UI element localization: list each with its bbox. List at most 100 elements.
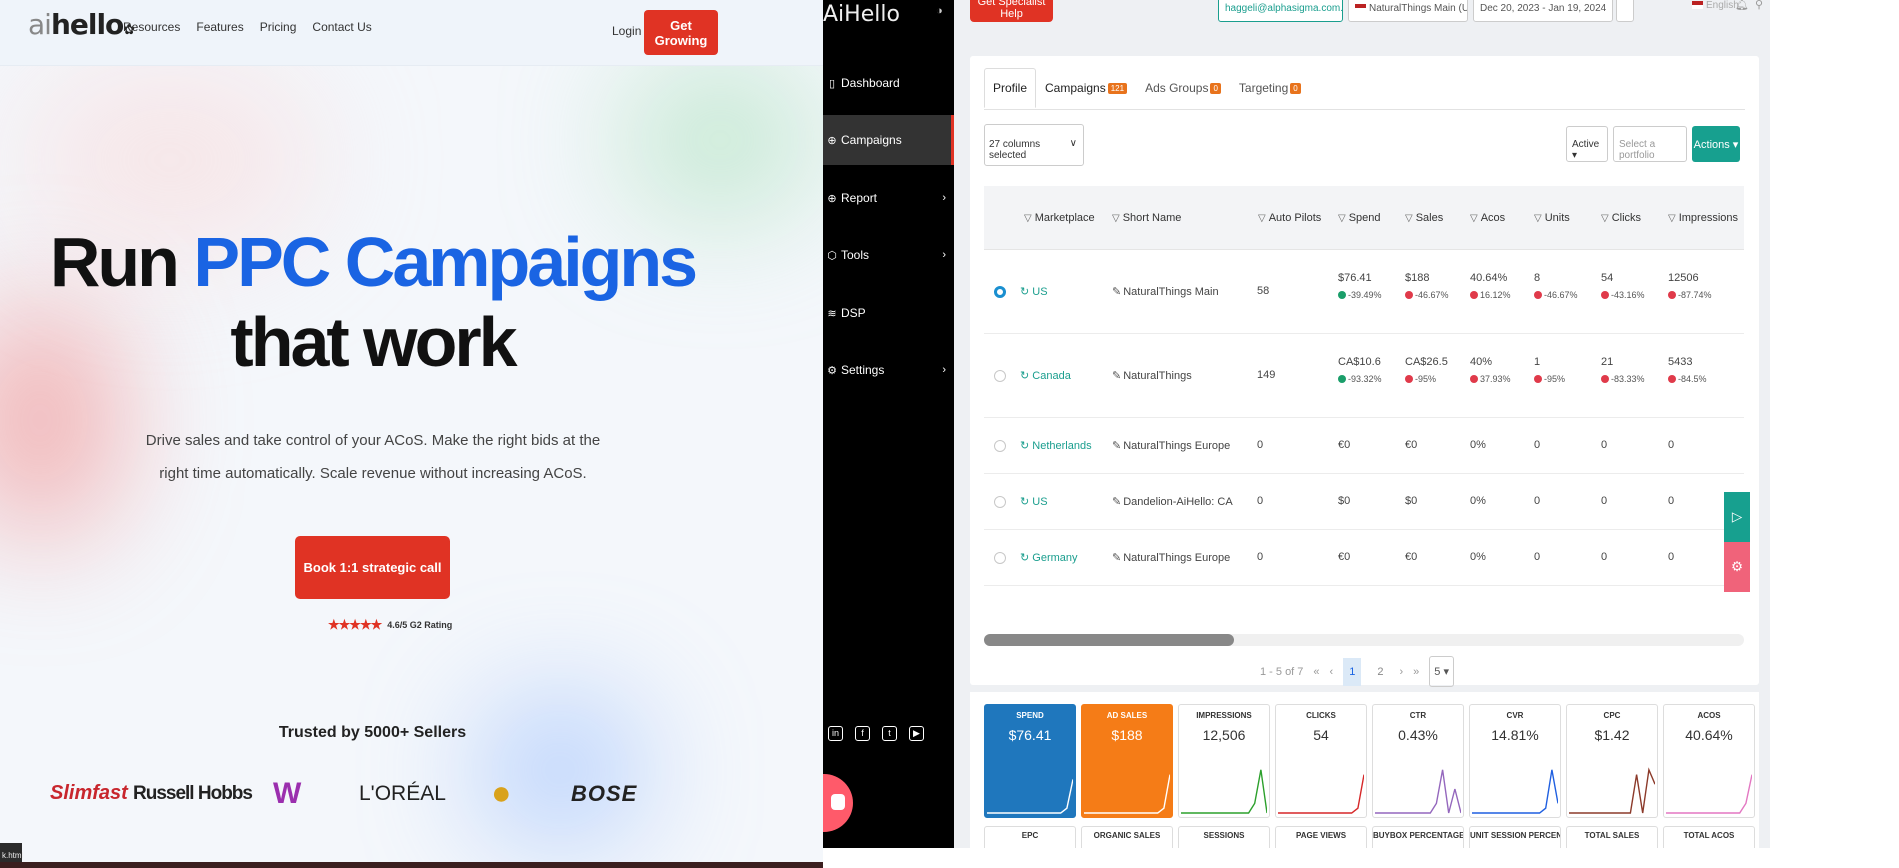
settings-panel-button[interactable]: ⚙	[1724, 542, 1750, 592]
sidebar-item-dsp[interactable]: ≋ DSP	[823, 288, 954, 338]
sidebar-item-report[interactable]: ⊕ Report ›	[823, 173, 954, 223]
table-row[interactable]: ↻ Canada ✎ NaturalThings 149 CA$10.6 -93.32% C…	[984, 334, 1744, 418]
metric-card-ad-sales[interactable]: AD SALES $188	[1081, 704, 1173, 818]
metric-card-secondary[interactable]: EPC	[984, 826, 1076, 848]
twitter-icon[interactable]: t	[882, 726, 897, 741]
spend-value: €0	[1338, 551, 1351, 563]
metric-card-spend[interactable]: SPEND $76.41	[984, 704, 1076, 818]
marketplace-link[interactable]: ↻ Canada	[1020, 369, 1071, 382]
metric-card-secondary[interactable]: TOTAL SALES	[1566, 826, 1658, 848]
marketplace-link[interactable]: ↻ US	[1020, 285, 1048, 298]
next-page-button[interactable]: ›	[1399, 666, 1403, 678]
metric-card-secondary[interactable]: UNIT SESSION PERCENTAGE	[1469, 826, 1561, 848]
nav-contact-us[interactable]: Contact Us	[312, 20, 371, 34]
table-row[interactable]: ↻ Netherlands ✎ NaturalThings Europe 0 €0 €0 0…	[984, 418, 1744, 474]
tab-ads-groups[interactable]: Ads Groups 0	[1136, 68, 1230, 108]
short-name-cell[interactable]: ✎ Dandelion-AiHello: CA	[1112, 495, 1233, 508]
metric-card-cpc[interactable]: CPC $1.42	[1566, 704, 1658, 818]
table-row[interactable]: ↻ Germany ✎ NaturalThings Europe 0 €0 €0 0% 0 0 0	[984, 530, 1744, 586]
youtube-icon[interactable]: ▶	[909, 726, 924, 741]
language-select[interactable]: English	[1692, 0, 1739, 11]
calendar-icon[interactable]	[1616, 0, 1634, 22]
book-call-button[interactable]: Book 1:1 strategic call	[295, 536, 450, 599]
metric-card-secondary[interactable]: BUYBOX PERCENTAGE	[1372, 826, 1464, 848]
user-icon[interactable]: ⚲	[1755, 0, 1763, 11]
metric-card-clicks[interactable]: CLICKS 54	[1275, 704, 1367, 818]
play-icon: ▷	[1731, 509, 1743, 524]
specialist-help-button[interactable]: Get Specialist Help	[970, 0, 1053, 22]
table-row[interactable]: ↻ US ✎ NaturalThings Main 58 $76.41 -39.49% $1…	[984, 250, 1744, 334]
tab-targeting[interactable]: Targeting 0	[1230, 68, 1310, 108]
header-short-name[interactable]: ▽ Short Name	[1112, 212, 1181, 224]
status-filter[interactable]: Active ▾	[1566, 126, 1608, 162]
row-select-radio[interactable]	[994, 286, 1006, 298]
metric-card-secondary[interactable]: SESSIONS	[1178, 826, 1270, 848]
short-name-cell[interactable]: ✎ NaturalThings Main	[1112, 285, 1219, 298]
metric-card-secondary[interactable]: PAGE VIEWS	[1275, 826, 1367, 848]
facebook-icon[interactable]: f	[855, 726, 870, 741]
scrollbar-thumb[interactable]	[984, 634, 1234, 646]
impr-cell: 0	[1668, 495, 1674, 507]
sidebar-item-tools[interactable]: ⬡ Tools ›	[823, 230, 954, 280]
short-name-cell[interactable]: ✎ NaturalThings Europe	[1112, 551, 1230, 564]
metric-card-ctr[interactable]: CTR 0.43%	[1372, 704, 1464, 818]
aihello-logo[interactable]: aihello✿	[28, 8, 135, 41]
tab-profile[interactable]: Profile	[984, 68, 1037, 108]
metric-card-cvr[interactable]: CVR 14.81%	[1469, 704, 1561, 818]
header-impressions[interactable]: ▽ Impressions	[1668, 212, 1738, 224]
header-sales[interactable]: ▽ Sales	[1405, 212, 1443, 224]
marketplace-link[interactable]: ↻ US	[1020, 495, 1048, 508]
page-2-button[interactable]: 2	[1371, 658, 1389, 686]
sidebar-item-campaigns[interactable]: ⊕ Campaigns	[823, 115, 954, 165]
bell-icon[interactable]: 🔔︎	[1735, 0, 1749, 11]
metric-card-acos[interactable]: ACOS 40.64%	[1663, 704, 1755, 818]
metric-card-secondary[interactable]: TOTAL ACOS	[1663, 826, 1755, 848]
header-clicks[interactable]: ▽ Clicks	[1601, 212, 1641, 224]
metric-card-impressions[interactable]: IMPRESSIONS 12,506	[1178, 704, 1270, 818]
nav-features[interactable]: Features	[196, 20, 243, 34]
tab-count: 0	[1290, 82, 1301, 94]
linkedin-icon[interactable]: in	[828, 726, 843, 741]
page-1-button[interactable]: 1	[1343, 657, 1362, 686]
row-select-radio[interactable]	[994, 440, 1006, 452]
row-select-radio[interactable]	[994, 370, 1006, 382]
table-row[interactable]: ↻ US ✎ Dandelion-AiHello: CA 0 $0 $0 0% 0 0 0	[984, 474, 1744, 530]
marketplace-link[interactable]: ↻ Germany	[1020, 551, 1078, 564]
chat-button[interactable]	[823, 774, 853, 832]
nav-resources[interactable]: Resources	[123, 20, 180, 34]
app-logo[interactable]: AiHello	[823, 2, 900, 27]
tab-campaigns[interactable]: Campaigns 121	[1036, 68, 1136, 108]
account-select[interactable]: NaturalThings Main (US) ▾	[1348, 0, 1468, 22]
portfolio-filter[interactable]: Select a portfolio	[1613, 126, 1687, 162]
header-acos[interactable]: ▽ Acos	[1470, 212, 1505, 224]
collapse-icon[interactable]: ◑	[936, 5, 943, 17]
row-select-radio[interactable]	[994, 496, 1006, 508]
get-growing-button[interactable]: Get Growing	[644, 10, 718, 55]
last-page-button[interactable]: »	[1413, 666, 1419, 678]
bose-logo: BOSE	[571, 780, 638, 806]
column-selector[interactable]: 27 columns selected ∨	[984, 124, 1084, 166]
login-link[interactable]: Login	[612, 24, 641, 38]
first-page-button[interactable]: «	[1313, 666, 1319, 678]
metric-card-secondary[interactable]: ORGANIC SALES	[1081, 826, 1173, 848]
header-auto-pilots[interactable]: ▽ Auto Pilots	[1258, 212, 1321, 224]
prev-page-button[interactable]: ‹	[1330, 666, 1334, 678]
sidebar-item-dashboard[interactable]: ▯ Dashboard	[823, 58, 954, 108]
short-name-cell[interactable]: ✎ NaturalThings	[1112, 369, 1192, 382]
header-marketplace[interactable]: ▽ Marketplace	[1024, 212, 1095, 224]
row-select-radio[interactable]	[994, 552, 1006, 564]
header-units[interactable]: ▽ Units	[1534, 212, 1570, 224]
date-range-picker[interactable]: Dec 20, 2023 - Jan 19, 2024	[1473, 0, 1613, 22]
header-spend[interactable]: ▽ Spend	[1338, 212, 1381, 224]
expand-panel-button[interactable]: ▷	[1724, 492, 1750, 542]
short-name-cell[interactable]: ✎ NaturalThings Europe	[1112, 439, 1230, 452]
change-value: 37.93%	[1480, 374, 1511, 384]
per-page-select[interactable]: 5 ▾	[1429, 656, 1454, 687]
marketplace-link[interactable]: ↻ Netherlands	[1020, 439, 1092, 452]
sidebar-item-settings[interactable]: ⚙ Settings ›	[823, 345, 954, 395]
email-select[interactable]: haggeli@alphasigma.com.au ▾	[1218, 0, 1343, 22]
units-value: 0	[1534, 439, 1541, 451]
actions-button[interactable]: Actions ▾	[1692, 126, 1740, 162]
nav-pricing[interactable]: Pricing	[260, 20, 297, 34]
horizontal-scrollbar[interactable]	[984, 634, 1744, 646]
